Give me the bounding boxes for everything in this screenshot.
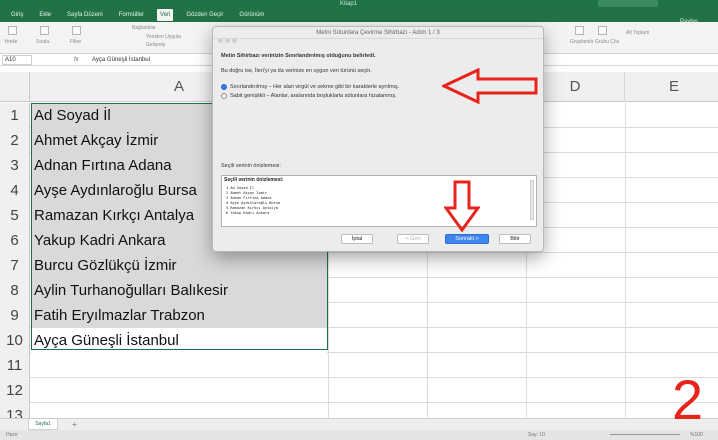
left-arrow-annotation-icon	[442, 68, 538, 104]
preview-header: Seçili verinin önizlemesi:	[224, 177, 284, 183]
cell-a[interactable]: Fatih Eryılmazlar Trabzon	[31, 303, 327, 328]
refresh-icon[interactable]	[8, 26, 17, 35]
zoom-slider[interactable]	[610, 434, 680, 435]
ribbon-item-filter[interactable]: Filtre	[70, 39, 81, 45]
ungroup-icon[interactable]	[598, 26, 607, 35]
cell-a[interactable]: Aylin Turhanoğulları Balıkesir	[31, 278, 327, 303]
group-icon[interactable]	[575, 26, 584, 35]
row-number[interactable]: 4	[0, 178, 30, 203]
tab-view[interactable]: Görünüm	[236, 9, 267, 21]
dialog-instruction: Bu doğru ise, İleri'yi ya da verinize en…	[221, 68, 372, 74]
step-number: 2	[672, 368, 704, 431]
sheet-tab-bar: Sayfa1 +	[0, 418, 718, 430]
function-icon[interactable]: fx	[74, 54, 79, 66]
row-number[interactable]: 3	[0, 153, 30, 178]
row-number[interactable]: 6	[0, 228, 30, 253]
row-number[interactable]: 1	[0, 103, 30, 128]
option-delimited-label[interactable]: Sınırlandırılmış – Her alan virgül ve se…	[230, 84, 399, 91]
down-arrow-annotation-icon	[444, 180, 480, 232]
preview-caption: Seçili verinin önizlemesi:	[221, 163, 281, 169]
ribbon-tabs: Giriş Ekle Sayfa Düzeni Formüller Veri G…	[0, 8, 718, 25]
ribbon-item-ungroup[interactable]: Grubu Çöz	[595, 39, 619, 45]
search-box[interactable]	[598, 0, 658, 7]
ribbon-item-advanced[interactable]: Gelişmiş	[146, 42, 165, 48]
radio-fixed-width[interactable]	[221, 93, 227, 99]
cell-a[interactable]: Ayça Güneşli İstanbul	[31, 328, 327, 353]
filter-icon[interactable]	[72, 26, 81, 35]
cell-a[interactable]	[31, 353, 327, 378]
dialog-title: Metni Sütunlara Çevirme Sihirbazı - Adım…	[213, 27, 543, 39]
ribbon-item-reapply[interactable]: Yeniden Uygula	[146, 34, 181, 40]
radio-delimited[interactable]	[221, 84, 227, 90]
data-preview: Seçili verinin önizlemesi: 1 Ad Soyad İl…	[221, 175, 537, 227]
name-box[interactable]: A10	[2, 55, 32, 65]
add-sheet-button[interactable]: +	[72, 419, 77, 430]
status-bar: Hazır Say: 10 %100	[0, 430, 718, 440]
ribbon-item-connections[interactable]: Bağlantılar	[132, 25, 156, 31]
close-dot-icon[interactable]	[218, 38, 223, 43]
tab-formulas[interactable]: Formüller	[116, 9, 147, 21]
minimize-dot-icon[interactable]	[225, 38, 230, 43]
row-number[interactable]: 11	[0, 353, 30, 378]
tab-insert[interactable]: Ekle	[36, 9, 54, 21]
column-header-e[interactable]: E	[625, 72, 718, 102]
status-ready: Hazır	[6, 432, 18, 438]
ribbon-item-refresh[interactable]: Yenile	[4, 39, 17, 45]
table-row: 10 Ayça Güneşli İstanbul	[0, 328, 718, 353]
window-title: Kitap1	[340, 1, 358, 7]
next-button[interactable]: Sonraki >	[445, 234, 489, 244]
row-number[interactable]: 12	[0, 378, 30, 403]
zoom-level[interactable]: %100	[690, 430, 703, 440]
back-button[interactable]: < Geri	[397, 234, 429, 244]
tab-data[interactable]: Veri	[157, 9, 174, 21]
table-row: 9 Fatih Eryılmazlar Trabzon	[0, 303, 718, 328]
cell-a[interactable]: Burcu Gözlükçü İzmir	[31, 253, 327, 278]
tab-page-layout[interactable]: Sayfa Düzeni	[64, 9, 106, 21]
dialog-intro: Metin Sihirbazı verinizin Sınırlandırılm…	[221, 53, 376, 59]
zoom-dot-icon[interactable]	[232, 38, 237, 43]
table-row: 8 Aylin Turhanoğulları Balıkesir	[0, 278, 718, 303]
excel-window: Kitap1 Giriş Ekle Sayfa Düzeni Formüller…	[0, 0, 718, 440]
text-to-columns-dialog: Metni Sütunlara Çevirme Sihirbazı - Adım…	[212, 26, 544, 252]
window-controls	[218, 30, 239, 48]
ribbon-item-subtotal[interactable]: Alt Toplam	[626, 30, 649, 36]
row-number[interactable]: 10	[0, 328, 30, 353]
formula-input[interactable]: Ayça Güneşli İstanbul	[92, 54, 150, 66]
status-count: Say: 10	[528, 432, 545, 438]
ribbon-item-group[interactable]: Gruplandır	[570, 39, 594, 45]
finish-button[interactable]: Bitir	[499, 234, 531, 244]
table-row: 12	[0, 378, 718, 403]
cell-a[interactable]	[31, 378, 327, 403]
row-number[interactable]: 9	[0, 303, 30, 328]
tab-review[interactable]: Gözden Geçir	[183, 9, 226, 21]
preview-scrollbar[interactable]	[530, 180, 534, 220]
sort-icon[interactable]	[40, 26, 49, 35]
table-row: 7 Burcu Gözlükçü İzmir	[0, 253, 718, 278]
title-bar: Kitap1	[0, 0, 718, 8]
ribbon-item-sort[interactable]: Sırala	[36, 39, 49, 45]
row-number[interactable]: 5	[0, 203, 30, 228]
table-row: 11	[0, 353, 718, 378]
row-number[interactable]: 2	[0, 128, 30, 153]
tab-home[interactable]: Giriş	[8, 9, 26, 21]
sheet-tab[interactable]: Sayfa1	[28, 419, 58, 430]
row-number[interactable]: 7	[0, 253, 30, 278]
preview-line: 6 Yakup Kadri Ankara	[226, 211, 270, 215]
cancel-button[interactable]: İptal	[341, 234, 373, 244]
select-all-corner[interactable]	[0, 72, 30, 102]
row-number[interactable]: 8	[0, 278, 30, 303]
option-fixed-width-label[interactable]: Sabit genişlikli – Alanlar, aralarında b…	[230, 93, 397, 100]
